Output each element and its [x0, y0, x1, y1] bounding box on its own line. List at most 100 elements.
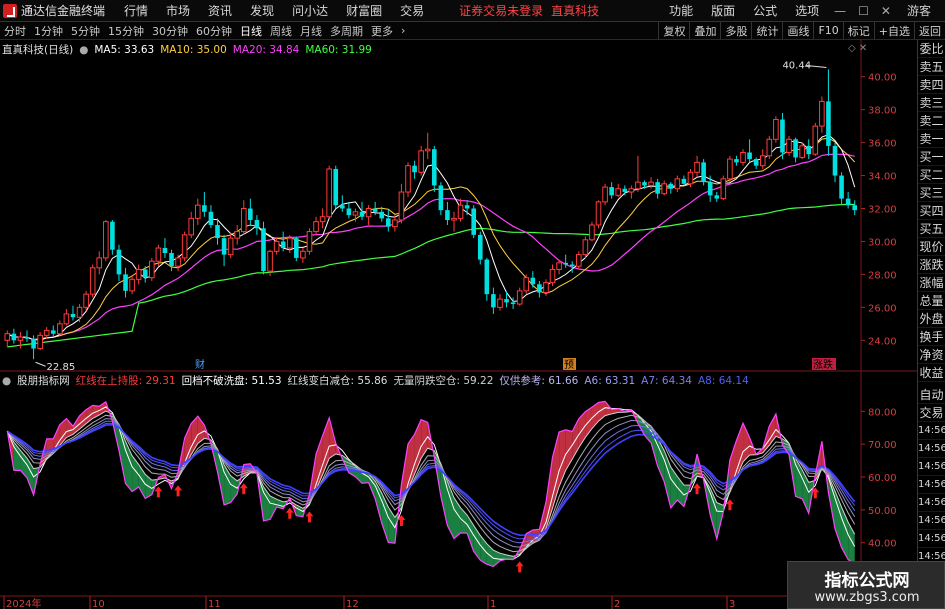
candle-body [759, 155, 766, 167]
stats-button[interactable]: 统计 [751, 22, 782, 39]
close-icon[interactable]: ✕ [875, 4, 897, 18]
add-watchlist-button[interactable]: +自选 [873, 22, 914, 39]
sidebar-lower-item-6[interactable]: 14:56 [918, 494, 945, 512]
candle-body [57, 323, 63, 335]
guest-label[interactable]: 游客 [897, 2, 945, 19]
expand-diamond-icon[interactable]: ◇ ✕ [848, 43, 867, 54]
minimize-icon[interactable]: — [828, 4, 852, 18]
candle-body [31, 338, 36, 349]
candle-body [510, 302, 516, 305]
sidebar-item-0[interactable]: 委比 [918, 40, 945, 58]
period-tab-30min[interactable]: 30分钟 [148, 23, 192, 39]
menu-item-wealth[interactable]: 财富圈 [337, 2, 391, 19]
menu-item-layout[interactable]: 版面 [702, 2, 744, 19]
menu-item-options[interactable]: 选项 [786, 2, 828, 19]
period-tab-timeline[interactable]: 分时 [0, 23, 30, 39]
draw-button[interactable]: 画线 [782, 22, 813, 39]
buy-signal-arrow [693, 483, 702, 495]
sidebar-item-11[interactable]: 现价 [918, 238, 945, 256]
price-tick-label: 36.00 [868, 139, 897, 150]
period-tab-60min[interactable]: 60分钟 [192, 23, 236, 39]
candle-body [622, 188, 628, 193]
sidebar-item-1[interactable]: 卖五 [918, 58, 945, 76]
sidebar-item-4[interactable]: 卖二 [918, 112, 945, 130]
period-tab-more[interactable]: 更多 [367, 23, 397, 39]
candle-body [333, 168, 339, 206]
mark-button[interactable]: 标记 [842, 22, 874, 39]
period-tab-weekly[interactable]: 周线 [266, 23, 296, 39]
ma60-label: MA60: 31.99 [305, 43, 372, 56]
period-tab-5min[interactable]: 5分钟 [67, 23, 104, 39]
sidebar-lower-item-3[interactable]: 14:56 [918, 440, 945, 458]
candle-body [286, 237, 293, 249]
period-tab-multi[interactable]: 多周期 [326, 23, 367, 39]
multi-stock-button[interactable]: 多股 [720, 22, 751, 39]
overlay-button[interactable]: 叠加 [689, 22, 720, 39]
period-tab-1min[interactable]: 1分钟 [30, 23, 67, 39]
adjust-button[interactable]: 复权 [658, 22, 689, 39]
sidebar-item-15[interactable]: 外盘 [918, 310, 945, 328]
candle-body [576, 254, 582, 267]
menu-item-formula[interactable]: 公式 [744, 2, 786, 19]
sidebar-item-5[interactable]: 卖一 [918, 130, 945, 148]
sidebar-item-3[interactable]: 卖三 [918, 94, 945, 112]
menu-item-market[interactable]: 市场 [157, 2, 199, 19]
sidebar-item-13[interactable]: 涨幅 [918, 274, 945, 292]
candle-body [123, 274, 128, 291]
time-tick-label: 12 [346, 599, 359, 609]
menu-item-ask[interactable]: 问小达 [283, 2, 337, 19]
candle-body [142, 269, 148, 278]
sidebar-item-2[interactable]: 卖四 [918, 76, 945, 94]
candle-body [162, 248, 168, 253]
sidebar-item-9[interactable]: 买四 [918, 202, 945, 220]
candle-body [655, 182, 660, 194]
sidebar-item-12[interactable]: 涨跌 [918, 256, 945, 274]
login-warning[interactable]: 证券交易未登录 [455, 2, 547, 19]
candle-body [96, 257, 103, 269]
sidebar-lower-item-7[interactable]: 14:56 [918, 512, 945, 530]
sidebar-item-10[interactable]: 买五 [918, 220, 945, 238]
chart-area[interactable]: 24.00 26.00 28.00 30.00 32.00 34.00 36.00 38.00… [0, 40, 917, 609]
back-button[interactable]: 返回 [914, 22, 945, 39]
sidebar-lower-item-5[interactable]: 14:56 [918, 476, 945, 494]
menu-item-quotes[interactable]: 行情 [115, 2, 157, 19]
sidebar-lower-item-2[interactable]: 14:56 [918, 422, 945, 440]
sidebar-item-7[interactable]: 买二 [918, 166, 945, 184]
candle-body [221, 238, 227, 255]
period-tab-15min[interactable]: 15分钟 [104, 23, 148, 39]
sidebar-item-17[interactable]: 净资 [918, 346, 945, 364]
candle-body [43, 329, 50, 336]
sidebar-item-6[interactable]: 买一 [918, 148, 945, 166]
sidebar-lower-item-0[interactable]: 自动 [918, 386, 945, 404]
candle-body [431, 149, 437, 186]
main-info-line: 直真科技(日线) ● MA5: 33.63 MA10: 35.00 MA20: … [2, 42, 378, 57]
menu-item-trade[interactable]: 交易 [391, 2, 433, 19]
candle-body [451, 217, 457, 221]
sidebar-item-16[interactable]: 换手 [918, 328, 945, 346]
f10-button[interactable]: F10 [813, 22, 842, 39]
settings-circle-icon[interactable]: ● [79, 44, 88, 56]
candle-body [424, 148, 431, 152]
candle-body [747, 152, 752, 160]
more-chevron-icon[interactable]: › [397, 24, 409, 37]
sidebar-item-14[interactable]: 总量 [918, 292, 945, 310]
menu-item-news[interactable]: 资讯 [199, 2, 241, 19]
period-tab-daily[interactable]: 日线 [236, 23, 266, 39]
sidebar-lower-item-4[interactable]: 14:56 [918, 458, 945, 476]
period-tab-monthly[interactable]: 月线 [296, 23, 326, 39]
sidebar-lower-item-1[interactable]: 交易 [918, 404, 945, 422]
maximize-icon[interactable]: ☐ [852, 4, 875, 18]
kline-chart-svg[interactable]: 24.00 26.00 28.00 30.00 32.00 34.00 36.00 38.00… [0, 40, 917, 609]
candle-body [412, 165, 417, 173]
indicator-settings-icon[interactable]: ● [2, 375, 11, 387]
candle-body [812, 125, 819, 155]
time-tick-label: 1 [490, 599, 496, 609]
menu-item-discover[interactable]: 发现 [241, 2, 283, 19]
time-tick-label: 10 [92, 599, 105, 609]
sidebar-item-18[interactable]: 收益 [918, 364, 945, 382]
candle-body [727, 158, 733, 180]
sidebar-item-8[interactable]: 买三 [918, 184, 945, 202]
sidebar-lower-item-8[interactable]: 14:56 [918, 530, 945, 548]
main-chart-title: 直真科技(日线) [2, 44, 74, 56]
menu-item-function[interactable]: 功能 [660, 2, 702, 19]
